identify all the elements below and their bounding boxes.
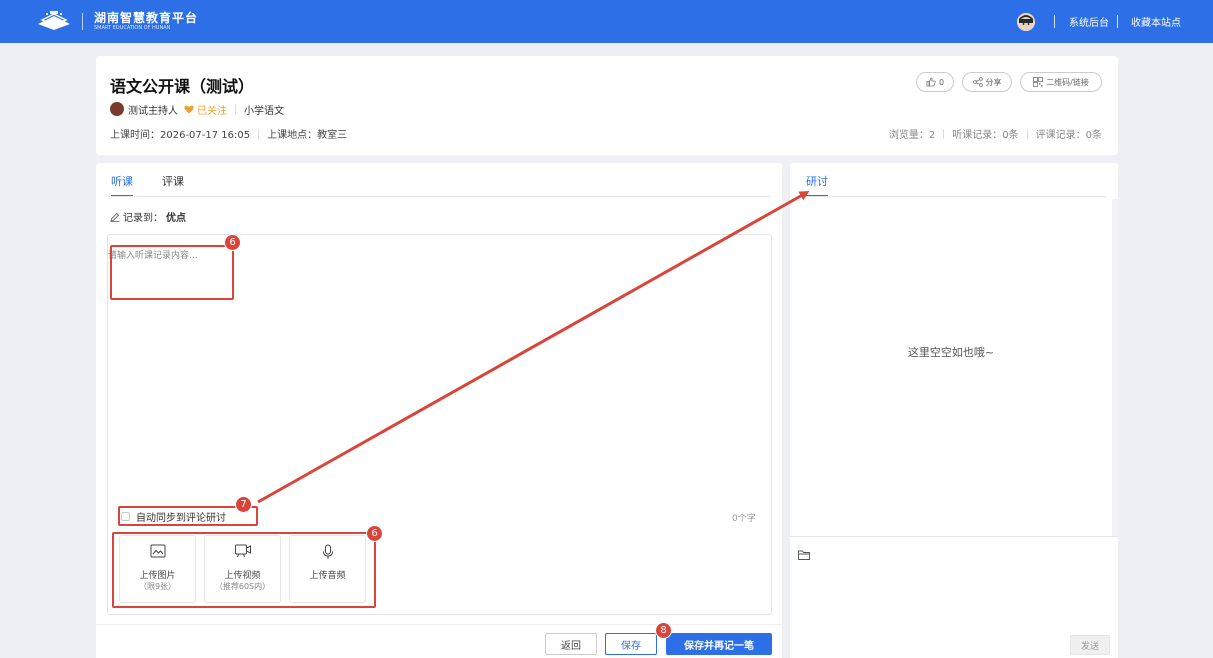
- send-button[interactable]: 发送: [1070, 635, 1110, 655]
- annotation-box-input: [110, 245, 234, 300]
- class-time: 上课时间：2026-07-17 16:05: [110, 130, 251, 141]
- share-icon: [972, 77, 983, 87]
- logo-divider: [82, 13, 83, 30]
- annotation-badge: 7: [235, 496, 252, 513]
- thumbs-up-icon: [926, 77, 936, 87]
- heart-icon: [184, 105, 194, 113]
- share-button[interactable]: 分享: [962, 72, 1012, 92]
- topbar-separator: [1054, 15, 1055, 28]
- user-avatar[interactable]: [1017, 13, 1035, 31]
- footer-divider: [96, 624, 782, 625]
- tab-review[interactable]: 评课: [162, 173, 184, 189]
- qrcode-label: 二维码/链接: [1046, 77, 1089, 87]
- brand-subtitle: SMART EDUCATION OF HUNAN: [94, 25, 171, 31]
- annotation-badge: 6: [366, 525, 383, 542]
- review-record-count: 评课记录：0条: [1035, 130, 1102, 141]
- record-target[interactable]: 记录到： 优点: [110, 209, 186, 224]
- tab-divider: [108, 196, 770, 197]
- host-avatar: [110, 102, 124, 116]
- course-header-card: 语文公开课（测试） 0 分享 二维码/链接 测试主持人 已关注 小学语文 上课时…: [96, 56, 1118, 155]
- course-stats-row: 浏览量：2 听课记录：0条 评课记录：0条: [889, 126, 1102, 141]
- course-title: 语文公开课（测试）: [110, 77, 255, 96]
- record-target-label: 记录到：: [123, 213, 163, 224]
- host-name: 测试主持人: [128, 105, 178, 117]
- separator: [943, 128, 945, 139]
- back-button[interactable]: 返回: [545, 633, 597, 655]
- bookmark-site-link[interactable]: 收藏本站点: [1131, 14, 1181, 29]
- like-count: 0: [938, 77, 945, 87]
- char-count: 0个字: [732, 514, 756, 524]
- follow-label: 已关注: [197, 105, 227, 117]
- listen-record-count: 听课记录：0条: [952, 130, 1019, 141]
- host-row: 测试主持人 已关注 小学语文: [110, 102, 284, 117]
- like-button[interactable]: 0: [916, 72, 954, 92]
- view-count: 浏览量：2: [888, 130, 936, 141]
- discussion-panel: 研讨 这里空空如也哦~ 发送: [790, 163, 1118, 658]
- follow-button[interactable]: 已关注: [184, 102, 227, 117]
- subject-label: 小学语文: [244, 105, 284, 117]
- system-backend-link[interactable]: 系统后台: [1069, 14, 1109, 29]
- annotation-badge: 8: [655, 622, 672, 639]
- annotation-box-uploads: [112, 532, 376, 608]
- save-and-new-button[interactable]: 保存并再记一笔: [666, 633, 772, 655]
- record-target-value: 优点: [166, 213, 186, 224]
- save-button[interactable]: 保存: [605, 633, 657, 655]
- brand-name: 湖南智慧教育平台: [94, 11, 199, 25]
- platform-logo-icon[interactable]: [36, 10, 72, 32]
- top-navbar: 湖南智慧教育平台 SMART EDUCATION OF HUNAN 系统后台 收…: [0, 0, 1213, 43]
- topbar-separator: [1117, 15, 1118, 28]
- edit-icon: [110, 212, 120, 222]
- qrcode-link-button[interactable]: 二维码/链接: [1020, 72, 1102, 92]
- avatar-icon: [1017, 13, 1035, 31]
- annotation-badge: 6: [224, 234, 241, 251]
- qrcode-icon: [1033, 77, 1044, 87]
- tab-divider: [802, 196, 1106, 197]
- tab-discussion[interactable]: 研讨: [806, 173, 828, 189]
- input-divider: [790, 536, 1118, 537]
- folder-icon[interactable]: [798, 550, 810, 560]
- discussion-scrollbar[interactable]: [1112, 199, 1118, 537]
- class-location: 上课地点：教室三: [267, 130, 348, 141]
- empty-state-text: 这里空空如也哦~: [907, 346, 995, 359]
- share-label: 分享: [985, 77, 1002, 87]
- separator: [1026, 128, 1028, 139]
- separator: [235, 104, 236, 114]
- separator: [258, 128, 260, 139]
- tab-listen[interactable]: 听课: [111, 173, 133, 189]
- course-meta-row: 上课时间：2026-07-17 16:05 上课地点：教室三: [110, 126, 347, 141]
